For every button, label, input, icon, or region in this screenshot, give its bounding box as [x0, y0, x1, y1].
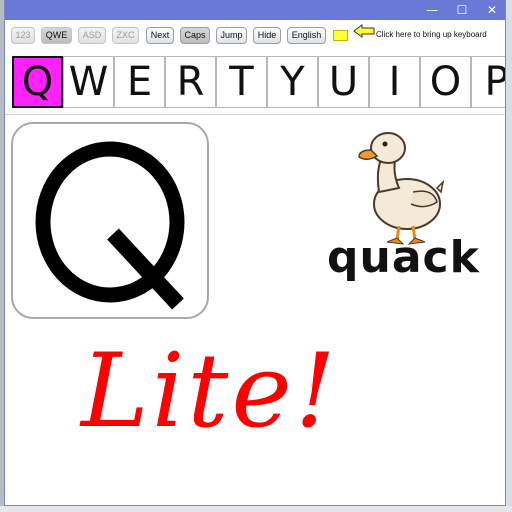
zxc-row-button[interactable]: ZXC [112, 27, 139, 44]
key-y[interactable]: Y [267, 56, 318, 108]
example-word: quack [327, 232, 480, 283]
key-w[interactable]: W [63, 56, 114, 108]
asd-row-button[interactable]: ASD [78, 27, 106, 44]
qwe-row-button[interactable]: QWE [41, 27, 72, 44]
hide-button[interactable]: Hide [253, 27, 281, 44]
title-bar[interactable]: — ☐ ✕ [5, 0, 505, 20]
key-t[interactable]: T [216, 56, 267, 108]
minimize-button[interactable]: — [417, 0, 447, 20]
lite-banner: Lite! [81, 332, 339, 451]
letter-q-glyph [35, 141, 185, 310]
taskbar-edge [0, 506, 512, 512]
key-i[interactable]: I [369, 56, 420, 108]
close-button[interactable]: ✕ [477, 0, 505, 20]
keyboard-row: Q W E R T Y U I O P [12, 56, 505, 108]
key-u[interactable]: U [318, 56, 369, 108]
arrow-left-icon [353, 24, 375, 38]
english-button[interactable]: English [287, 27, 326, 44]
letter-card[interactable] [11, 122, 209, 319]
jump-button[interactable]: Jump [216, 27, 247, 44]
key-r[interactable]: R [165, 56, 216, 108]
maximize-button[interactable]: ☐ [447, 0, 477, 20]
key-e[interactable]: E [114, 56, 165, 108]
keyboard-toggle-swatch[interactable] [333, 30, 348, 41]
key-o[interactable]: O [420, 56, 471, 108]
numbers-row-button[interactable]: 123 [11, 27, 35, 44]
divider [5, 114, 505, 115]
toolbar: 123 QWE ASD ZXC Next Caps Jump Hide Engl… [5, 22, 505, 50]
app-window: — ☐ ✕ 123 QWE ASD ZXC Next Caps Jump Hid… [4, 0, 506, 506]
next-button[interactable]: Next [146, 27, 174, 44]
key-q[interactable]: Q [12, 56, 63, 108]
key-p[interactable]: P [471, 56, 505, 108]
keyboard-hint-text[interactable]: Click here to bring up keyboard [376, 30, 487, 39]
caps-button[interactable]: Caps [180, 27, 210, 44]
